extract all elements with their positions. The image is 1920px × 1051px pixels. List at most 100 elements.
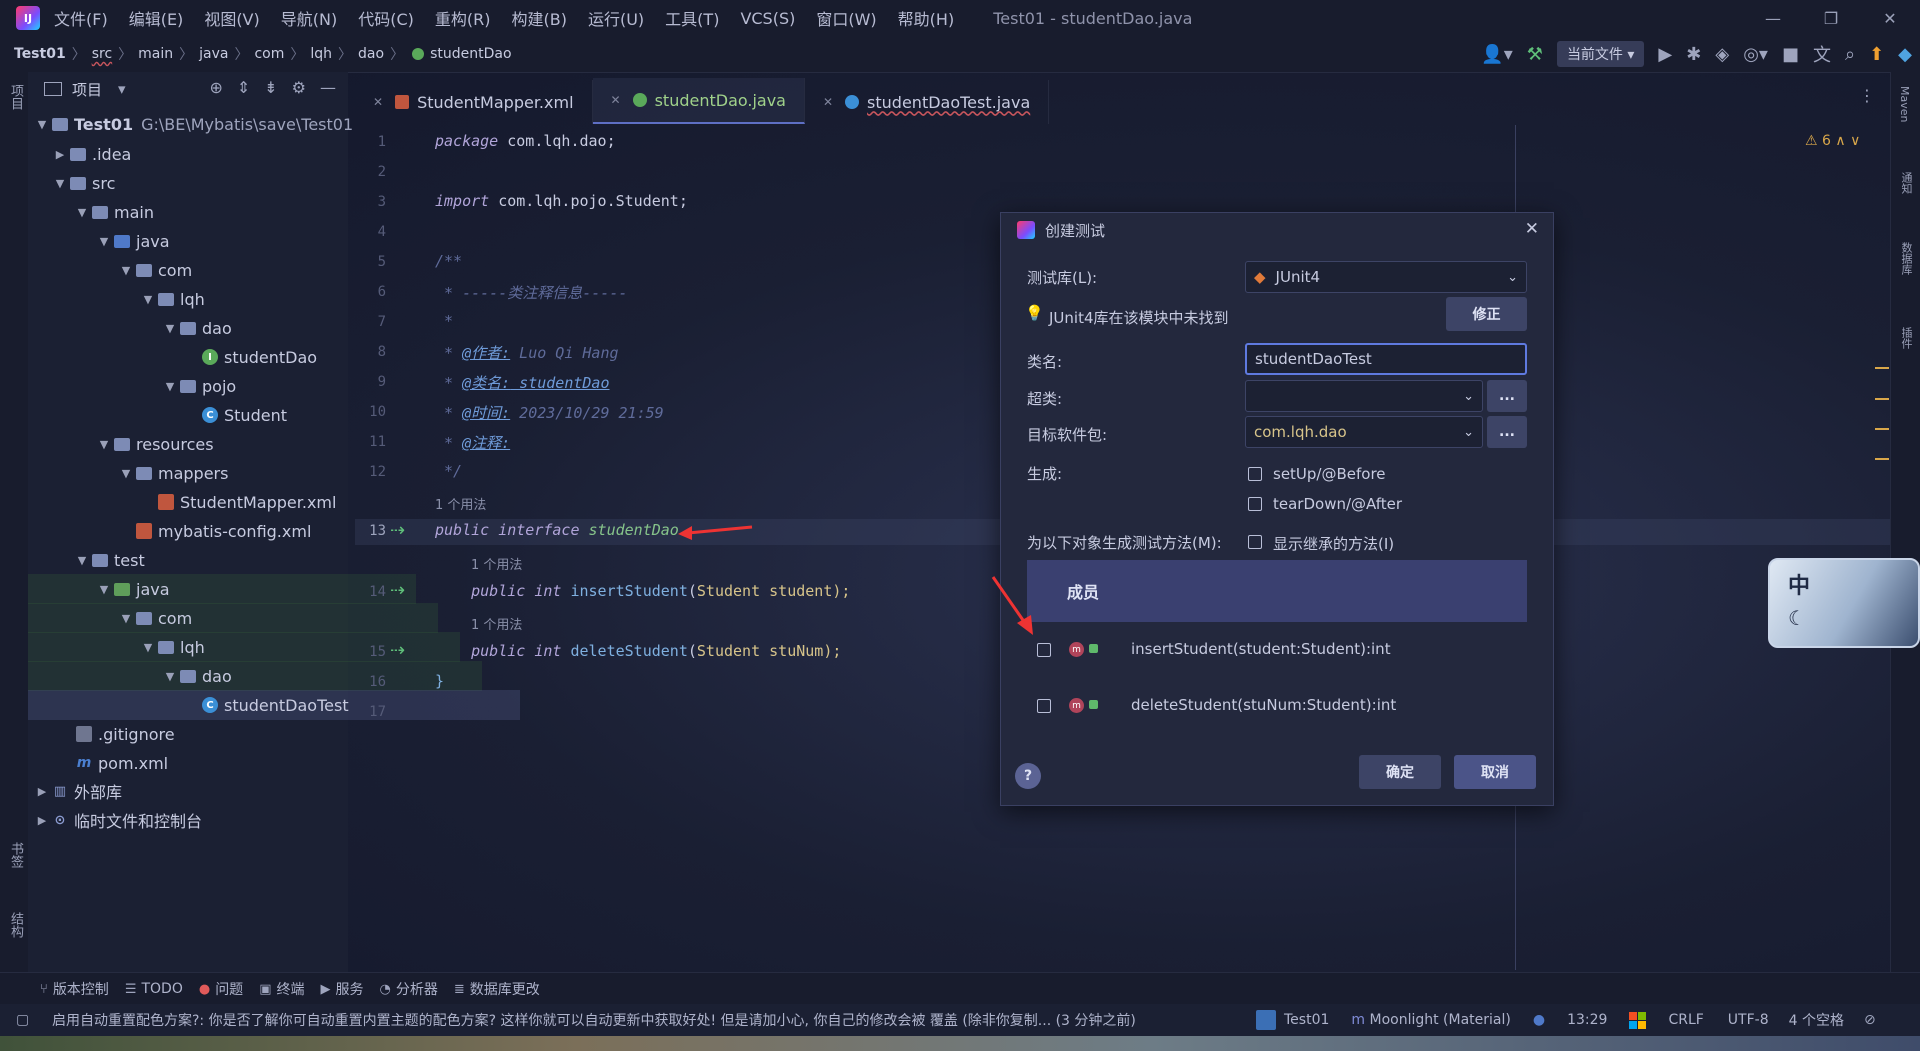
build-hammer-icon[interactable]: ⚒ [1527,44,1543,65]
breadcrumb-src[interactable]: src [92,46,112,62]
show-inherited-label[interactable]: 显示继承的方法(I) [1273,533,1394,554]
tree-item[interactable]: StudentMapper.xml [28,487,476,517]
member-row[interactable]: m insertStudent(student:Student):int [1027,630,1527,670]
plugins-tool-button[interactable]: 插件 [1898,327,1914,349]
code-line[interactable]: * @作者: Luo Qi Hang [435,342,619,363]
usage-hint[interactable]: 1 个用法 [435,494,486,513]
member-checkbox[interactable] [1037,643,1051,657]
project-panel-title[interactable]: 项目 [72,79,102,100]
tree-item[interactable]: ▶ ⊙ 临时文件和控制台 [28,805,354,835]
code-line[interactable]: import com.lqh.pojo.Student; [435,192,688,210]
expand-all-icon[interactable]: ⇕ [237,78,250,97]
collapse-all-icon[interactable]: ⇟ [264,78,277,97]
status-line-separator[interactable]: CRLF [1668,1012,1703,1028]
implemented-gutter-icon[interactable]: ⇢ [390,520,405,541]
lock-icon[interactable]: ⊘ [1864,1012,1876,1028]
setup-checkbox-label[interactable]: setUp/@Before [1273,465,1386,483]
profile-icon[interactable]: ◎▾ [1743,44,1768,65]
implemented-gutter-icon[interactable]: ⇢ [390,640,405,661]
coverage-icon[interactable]: ◈ [1715,44,1729,65]
status-message[interactable]: 启用自动重置配色方案?: 你是否了解你可自动重置内置主题的配色方案? 这样你就可… [52,1010,1232,1030]
tree-item[interactable]: ▼ main [28,197,394,227]
breadcrumb-java[interactable]: java [199,46,228,62]
update-icon[interactable]: ⬆ [1869,44,1884,65]
tool-profiler[interactable]: ◔ 分析器 [379,979,437,999]
tree-item[interactable]: ▼ java [28,574,416,604]
tool-todo[interactable]: ☰ TODO [125,981,183,997]
tree-item[interactable]: ▼ dao [28,313,482,343]
code-line[interactable]: */ [435,462,462,480]
status-time[interactable]: 13:29 [1567,1012,1607,1028]
breadcrumb-dao[interactable]: dao [358,46,384,62]
show-inherited-checkbox[interactable] [1248,535,1262,549]
code-line[interactable]: } [435,672,444,690]
minimize-icon[interactable]: — [1745,0,1801,36]
status-indent[interactable]: 4 个空格 [1789,1010,1844,1030]
maven-tool-button[interactable]: Maven [1898,86,1911,122]
tree-item[interactable]: ▼ dao [28,661,482,691]
tree-item[interactable]: m pom.xml [28,748,394,778]
tree-item[interactable]: ▼ pojo [28,371,482,401]
tool-problems[interactable]: ● 问题 [199,979,243,999]
tool-services[interactable]: ▶ 服务 [320,979,363,999]
implemented-gutter-icon[interactable]: ⇢ [390,580,405,601]
tool-vcs[interactable]: ⑂ 版本控制 [40,979,109,999]
fix-button[interactable]: 修正 [1446,297,1527,331]
cancel-button[interactable]: 取消 [1454,755,1536,789]
usage-hint[interactable]: 1 个用法 [471,554,522,573]
hide-icon[interactable]: — [320,78,336,97]
chevron-down-icon[interactable]: ▾ [118,80,126,98]
class-name-input[interactable] [1245,343,1527,375]
tree-item[interactable]: ▼ test [28,545,394,575]
gear-icon[interactable]: ⚙ [292,78,306,97]
search-icon[interactable]: ⌕ [1845,44,1855,65]
package-select[interactable]: com.lqh.dao ⌄ [1245,416,1483,448]
superclass-browse-button[interactable]: ... [1487,380,1527,412]
code-line[interactable]: * -----类注释信息----- [435,282,627,303]
menu-run[interactable]: 运行(U) [588,6,644,30]
code-line[interactable]: public int insertStudent(Student student… [435,582,850,600]
plugin-icon[interactable]: ◆ [1898,44,1912,65]
user-icon[interactable]: 👤▾ [1481,44,1512,65]
translate-icon[interactable]: 文 [1813,41,1831,67]
menu-file[interactable]: 文件(F) [54,6,108,30]
restore-icon[interactable]: ❐ [1803,0,1859,36]
warning-indicator[interactable]: ⚠ 6 ∧ ∨ [1805,133,1860,149]
code-line[interactable]: * [435,312,453,330]
members-table-header[interactable]: 成员 [1027,560,1527,622]
menu-help[interactable]: 帮助(H) [898,6,955,30]
run-config-select[interactable]: 当前文件 ▾ [1556,41,1645,67]
status-encoding[interactable]: UTF-8 [1728,1012,1769,1028]
menu-tools[interactable]: 工具(T) [665,6,719,30]
menu-navigate[interactable]: 导航(N) [281,6,337,30]
tree-root[interactable]: ▼ Test01 G:\BE\Mybatis\save\Test01 [28,109,354,139]
layout-icon[interactable]: ▢ [16,1012,29,1028]
status-theme[interactable]: ⅿ Moonlight (Material) [1351,1012,1510,1028]
tool-terminal[interactable]: ▣ 终端 [259,979,304,999]
breadcrumb-com[interactable]: com [254,46,284,62]
test-lib-select[interactable]: ◆ JUnit4 ⌄ [1245,261,1527,293]
help-button[interactable]: ? [1015,763,1041,789]
teardown-checkbox[interactable] [1248,497,1262,511]
breadcrumb-lqh[interactable]: lqh [310,46,332,62]
database-tool-button[interactable]: 数据库 [1898,242,1914,275]
tool-db-changes[interactable]: ≣ 数据库更改 [454,979,540,999]
project-tool-button[interactable]: 项目 [6,84,25,110]
menu-vcs[interactable]: VCS(S) [740,9,795,28]
code-line[interactable]: /** [435,252,462,270]
code-line[interactable]: public int deleteStudent(Student stuNum)… [435,642,841,660]
ok-button[interactable]: 确定 [1359,755,1441,789]
stop-icon[interactable]: ■ [1782,44,1799,65]
tree-item[interactable]: ▼ java [28,226,416,256]
locate-icon[interactable]: ⊕ [209,78,222,97]
run-icon[interactable]: ▶ [1658,44,1672,65]
chevron-down-icon[interactable]: ▼ [34,118,50,131]
status-project[interactable]: Test01 [1256,1010,1329,1030]
ime-floating-widget[interactable]: 中 ☾ [1768,558,1920,648]
code-line[interactable]: * @类名: studentDao [435,372,609,393]
debug-icon[interactable]: ✱ [1686,44,1701,65]
tab-studentdao-java[interactable]: ✕ studentDao.java [592,78,805,124]
tree-item[interactable]: ▶ .idea [28,139,372,169]
more-tabs-icon[interactable]: ⋮ [1859,86,1875,105]
tab-studentdaotest-java[interactable]: ✕ studentDaoTest.java [805,80,1050,124]
